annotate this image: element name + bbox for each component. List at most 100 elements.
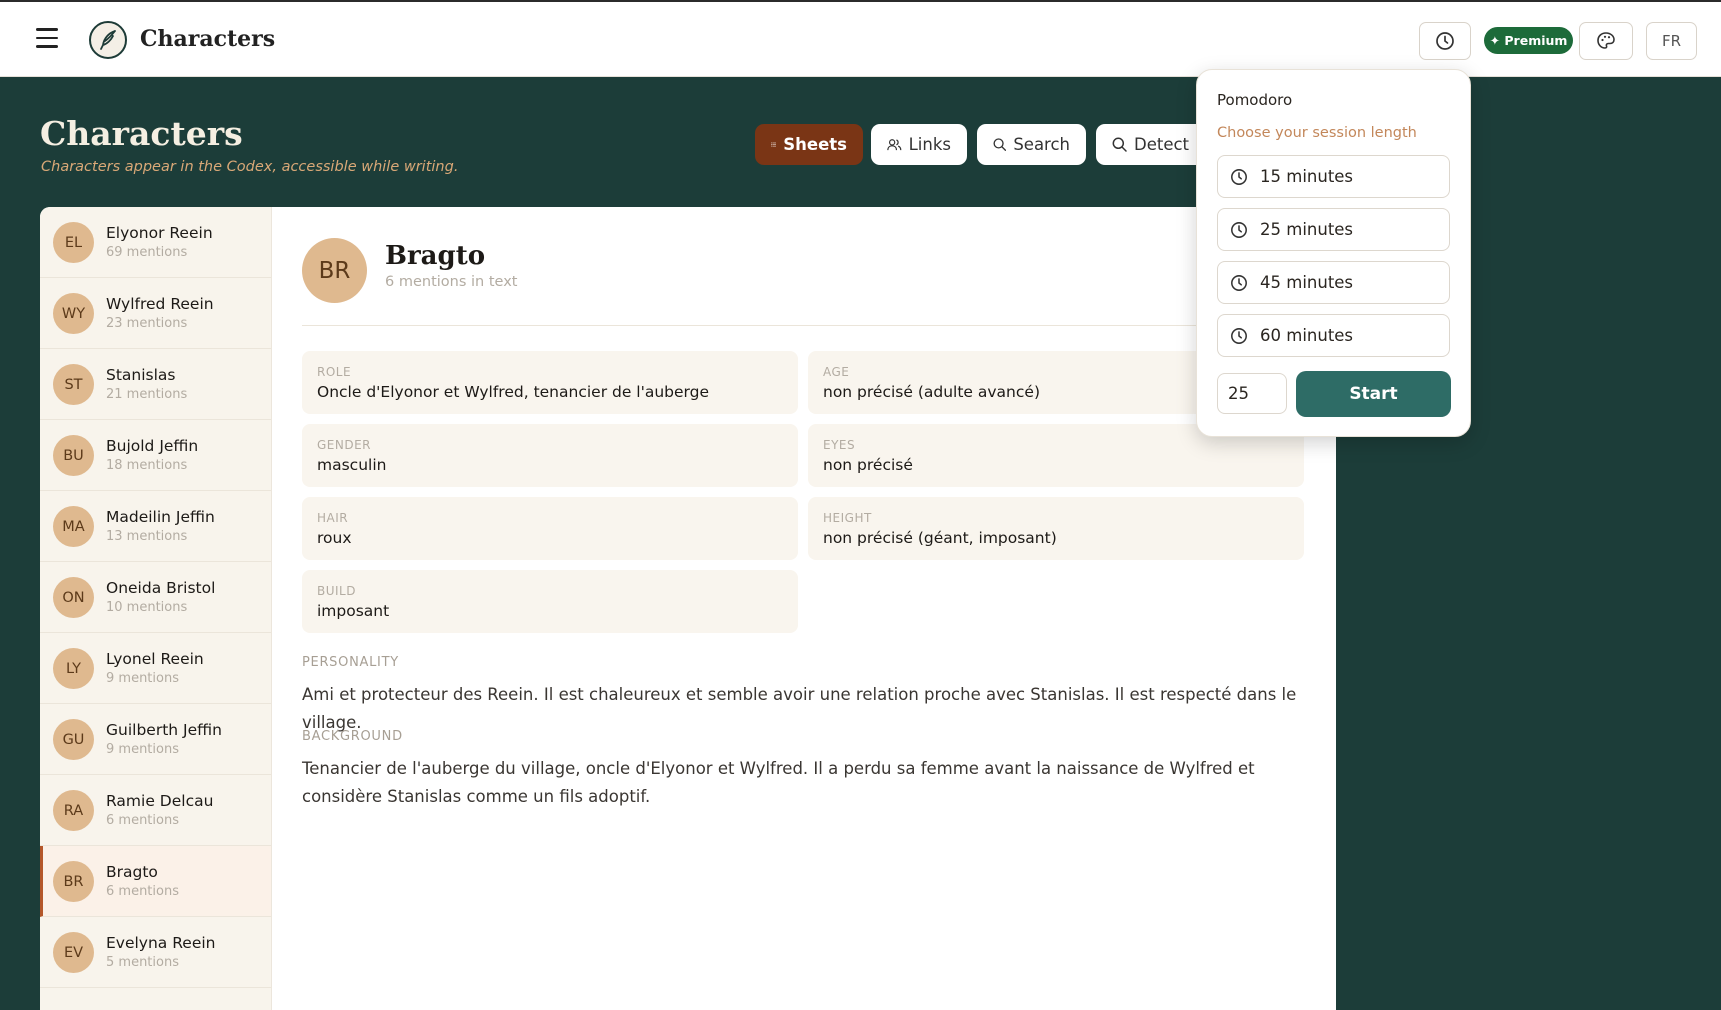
character-name: Bragto	[106, 863, 158, 881]
tab-label: Detect	[1134, 135, 1190, 154]
character-item[interactable]: BU Bujold Jeffin 18 mentions	[40, 420, 271, 491]
app-title: Characters	[140, 26, 276, 52]
personality-label: PERSONALITY	[302, 655, 399, 670]
top-bar: Characters ✦ Premium FR	[0, 0, 1721, 77]
option-label: 45 minutes	[1260, 273, 1354, 292]
field-value: non précisé	[823, 456, 913, 474]
field-gender[interactable]: GENDER masculin	[302, 424, 798, 487]
character-name: Madeilin Jeffin	[106, 508, 215, 526]
list-icon	[771, 142, 777, 147]
pomodoro-title: Pomodoro	[1217, 91, 1293, 109]
field-label: BUILD	[317, 584, 356, 598]
character-name: Guilberth Jeffin	[106, 721, 222, 739]
field-value: non précisé (géant, imposant)	[823, 529, 1057, 547]
avatar: BR	[302, 238, 367, 303]
character-item[interactable]: GU Guilberth Jeffin 9 mentions	[40, 704, 271, 775]
language-button[interactable]: FR	[1646, 22, 1697, 60]
field-value: masculin	[317, 456, 387, 474]
field-label: HAIR	[317, 511, 349, 525]
option-label: 25 minutes	[1260, 220, 1354, 239]
option-label: 60 minutes	[1260, 326, 1354, 345]
menu-icon[interactable]	[36, 28, 58, 48]
tab-search[interactable]: Search	[977, 124, 1086, 165]
field-value: roux	[317, 529, 352, 547]
field-label: ROLE	[317, 365, 352, 379]
tab-sheets[interactable]: Sheets	[755, 124, 863, 165]
field-role[interactable]: ROLE Oncle d'Elyonor et Wylfred, tenanci…	[302, 351, 798, 414]
pomodoro-option-15[interactable]: 15 minutes	[1217, 155, 1450, 198]
character-mentions: 6 mentions	[106, 884, 179, 899]
main-panel: EL Elyonor Reein 69 mentions WY Wylfred …	[40, 207, 1336, 1010]
field-label: GENDER	[317, 438, 372, 452]
field-label: HEIGHT	[823, 511, 872, 525]
background-text: Tenancier de l'auberge du village, oncle…	[302, 759, 1255, 806]
clock-icon	[1231, 274, 1247, 291]
character-item-selected[interactable]: BR Bragto 6 mentions	[40, 846, 271, 917]
character-item[interactable]: EV Evelyna Reein 5 mentions	[40, 917, 271, 988]
avatar: BR	[53, 861, 94, 902]
pomodoro-subtitle: Choose your session length	[1217, 125, 1417, 141]
field-label: EYES	[823, 438, 856, 452]
character-mention-count: 6 mentions in text	[385, 274, 518, 290]
option-label: 15 minutes	[1260, 167, 1354, 186]
pomodoro-option-25[interactable]: 25 minutes	[1217, 208, 1450, 251]
pomodoro-option-60[interactable]: 60 minutes	[1217, 314, 1450, 357]
character-mentions: 69 mentions	[106, 245, 188, 260]
character-mentions: 9 mentions	[106, 671, 179, 686]
avatar: BU	[53, 435, 94, 476]
avatar: GU	[53, 719, 94, 760]
character-list: EL Elyonor Reein 69 mentions WY Wylfred …	[40, 207, 272, 1010]
palette-icon	[1597, 32, 1615, 49]
custom-minutes-input[interactable]	[1217, 373, 1287, 414]
field-hair[interactable]: HAIR roux	[302, 497, 798, 560]
page-subtitle: Characters appear in the Codex, accessib…	[41, 159, 459, 175]
avatar: RA	[53, 790, 94, 831]
avatar: ST	[53, 364, 94, 405]
timer-button[interactable]	[1419, 22, 1471, 60]
clock-icon	[1231, 327, 1247, 344]
background-label: BACKGROUND	[302, 729, 403, 744]
search-icon	[1112, 137, 1127, 152]
avatar: MA	[53, 506, 94, 547]
character-mentions: 10 mentions	[106, 600, 188, 615]
tab-label: Links	[908, 135, 951, 154]
character-name: Wylfred Reein	[106, 295, 214, 313]
character-detail: BR Bragto 6 mentions in text ROLE Oncle …	[302, 207, 1336, 1010]
field-value: imposant	[317, 602, 390, 620]
character-item[interactable]: ST Stanislas 21 mentions	[40, 349, 271, 420]
pomodoro-option-45[interactable]: 45 minutes	[1217, 261, 1450, 304]
tab-detect[interactable]: Detect	[1096, 124, 1206, 165]
character-item[interactable]: RA Ramie Delcau 6 mentions	[40, 775, 271, 846]
character-mentions: 18 mentions	[106, 458, 188, 473]
theme-button[interactable]	[1579, 22, 1633, 60]
tab-label: Sheets	[783, 135, 847, 154]
tab-links[interactable]: Links	[871, 124, 967, 165]
field-value: non précisé (adulte avancé)	[823, 383, 1040, 401]
field-height[interactable]: HEIGHT non précisé (géant, imposant)	[808, 497, 1304, 560]
field-build[interactable]: BUILD imposant	[302, 570, 798, 633]
character-item[interactable]: EL Elyonor Reein 69 mentions	[40, 207, 271, 278]
clock-icon	[1231, 221, 1247, 238]
avatar: LY	[53, 648, 94, 689]
avatar: EL	[53, 222, 94, 263]
search-icon	[993, 138, 1007, 151]
character-item[interactable]: LY Lyonel Reein 9 mentions	[40, 633, 271, 704]
character-mentions: 13 mentions	[106, 529, 188, 544]
quill-logo	[89, 21, 127, 59]
character-mentions: 9 mentions	[106, 742, 179, 757]
avatar: EV	[53, 932, 94, 973]
character-name: Oneida Bristol	[106, 579, 216, 597]
premium-badge[interactable]: ✦ Premium	[1484, 27, 1573, 54]
field-label: AGE	[823, 365, 850, 379]
pomodoro-popover: Pomodoro Choose your session length 15 m…	[1196, 69, 1471, 437]
character-item[interactable]: MA Madeilin Jeffin 13 mentions	[40, 491, 271, 562]
start-button[interactable]: Start	[1296, 371, 1451, 417]
tab-label: Search	[1013, 135, 1070, 154]
character-item[interactable]: WY Wylfred Reein 23 mentions	[40, 278, 271, 349]
character-mentions: 5 mentions	[106, 955, 179, 970]
character-name: Lyonel Reein	[106, 650, 204, 668]
character-mentions: 6 mentions	[106, 813, 179, 828]
character-mentions: 23 mentions	[106, 316, 188, 331]
clock-icon	[1436, 32, 1454, 50]
character-item[interactable]: ON Oneida Bristol 10 mentions	[40, 562, 271, 633]
